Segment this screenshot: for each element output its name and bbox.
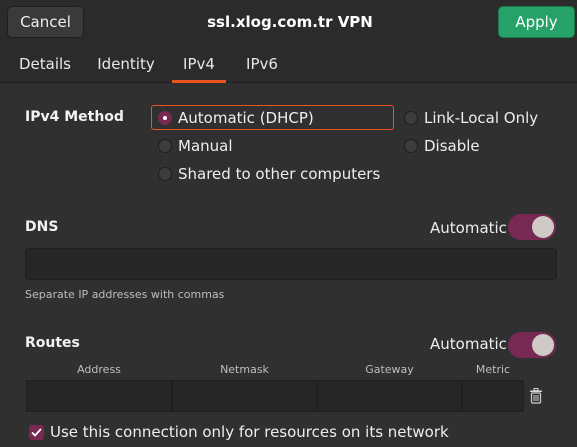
delete-route-button[interactable] [522, 382, 550, 410]
dns-hint: Separate IP addresses with commas [25, 288, 225, 301]
switch-knob [532, 334, 554, 356]
radio-indicator [158, 111, 172, 125]
radio-shared[interactable]: Shared to other computers [158, 162, 380, 186]
radio-label: Manual [178, 137, 233, 155]
tab-bar: Details Identity IPv4 IPv6 [0, 44, 577, 83]
radio-label: Disable [424, 137, 480, 155]
ipv4-method-label: IPv4 Method [25, 109, 124, 125]
route-netmask-input[interactable] [172, 380, 317, 412]
column-address: Address [77, 363, 121, 376]
radio-label: Automatic (DHCP) [178, 109, 314, 127]
routes-automatic-label: Automatic [430, 335, 507, 353]
radio-link-local-only[interactable]: Link-Local Only [404, 106, 538, 130]
radio-automatic-dhcp[interactable]: Automatic (DHCP) [158, 106, 314, 130]
radio-indicator [404, 139, 418, 153]
column-gateway: Gateway [365, 363, 414, 376]
tab-details[interactable]: Details [12, 44, 78, 83]
radio-indicator [404, 111, 418, 125]
vpn-settings-dialog: Cancel ssl.xlog.com.tr VPN Apply Details… [0, 0, 577, 447]
radio-label: Shared to other computers [178, 165, 381, 183]
column-metric: Metric [475, 363, 511, 376]
route-row [26, 380, 551, 412]
checkbox-box [29, 424, 44, 440]
trash-icon [530, 388, 542, 404]
routes-label: Routes [25, 335, 80, 351]
radio-label: Link-Local Only [424, 109, 539, 127]
tab-ipv6[interactable]: IPv6 [236, 44, 288, 83]
apply-button[interactable]: Apply [498, 6, 575, 38]
tab-identity[interactable]: Identity [91, 44, 161, 83]
radio-disable[interactable]: Disable [404, 134, 480, 158]
cancel-button[interactable]: Cancel [7, 6, 84, 38]
dns-automatic-label: Automatic [430, 219, 507, 237]
route-address-input[interactable] [26, 380, 172, 412]
dialog-title: ssl.xlog.com.tr VPN [207, 13, 373, 31]
dns-input[interactable] [25, 248, 557, 280]
route-metric-input[interactable] [462, 380, 524, 412]
switch-knob [532, 216, 554, 238]
radio-indicator [158, 167, 172, 181]
dns-label: DNS [25, 219, 59, 235]
route-gateway-input[interactable] [317, 380, 462, 412]
checkmark-icon [31, 427, 42, 437]
only-resources-label: Use this connection only for resources o… [50, 423, 449, 441]
radio-manual[interactable]: Manual [158, 134, 233, 158]
header-bar: Cancel ssl.xlog.com.tr VPN Apply [0, 0, 577, 44]
only-resources-checkbox[interactable]: Use this connection only for resources o… [29, 421, 449, 443]
dns-automatic-switch[interactable] [508, 214, 556, 240]
tab-ipv4[interactable]: IPv4 [172, 44, 226, 83]
routes-automatic-switch[interactable] [508, 332, 556, 358]
column-netmask: Netmask [220, 363, 269, 376]
radio-indicator [158, 139, 172, 153]
